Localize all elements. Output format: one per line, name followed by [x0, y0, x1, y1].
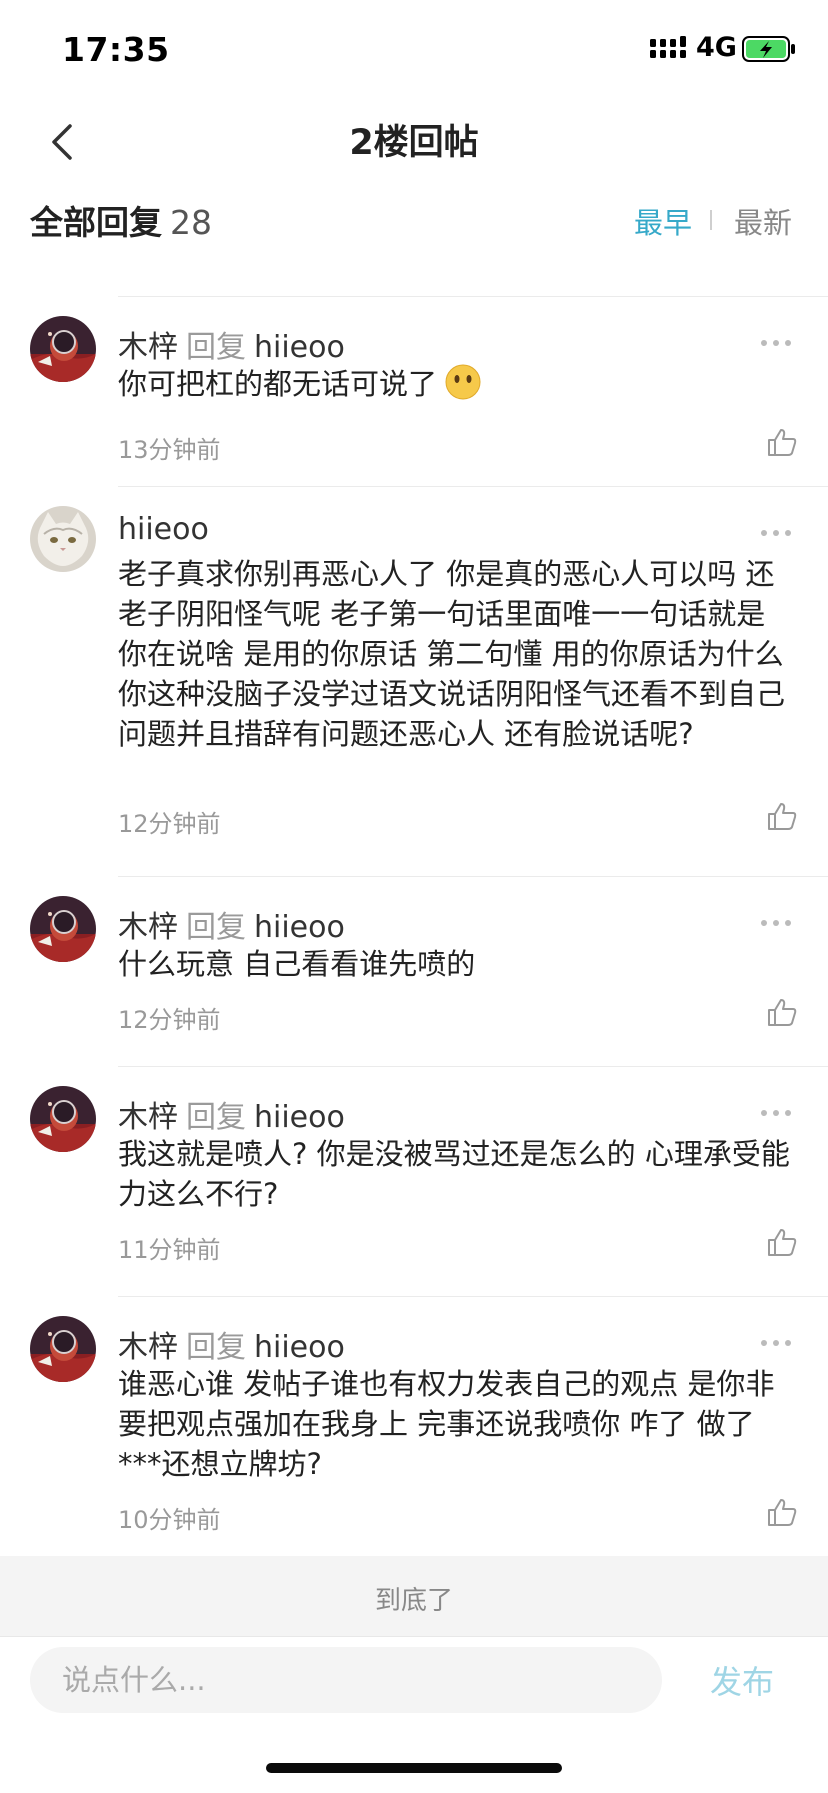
cat-avatar-icon [30, 506, 96, 572]
reply-item: 木梓 回复 hiieoo 你可把杠的都无话可说了 13分钟前 [0, 316, 828, 486]
more-icon[interactable] [760, 528, 792, 538]
divider [118, 296, 828, 297]
divider [118, 486, 828, 487]
reply-time: 12分钟前 [118, 810, 221, 838]
reply-word: 回复 [186, 330, 246, 365]
astronaut-avatar-icon [30, 1316, 96, 1382]
thumbs-up-icon[interactable] [766, 996, 798, 1028]
signal-icon [650, 36, 686, 58]
page-title: 2楼回帖 [349, 123, 479, 163]
reply-time: 11分钟前 [118, 1236, 221, 1264]
author-name[interactable]: 木梓 [118, 330, 178, 365]
reply-item: 木梓 回复 hiieoo 我这就是喷人? 你是没被骂过还是怎么的 心理承受能力这么不… [0, 1086, 828, 1296]
divider [118, 876, 828, 877]
all-replies-title: 全部回复 28 [30, 196, 212, 244]
sort-earliest-tab[interactable]: 最早 [634, 200, 692, 242]
status-time: 17:35 [62, 30, 170, 69]
reply-target[interactable]: hiieoo [254, 1100, 345, 1135]
reply-header: hiieoo [118, 512, 209, 547]
network-label: 4G [696, 32, 737, 63]
reply-count: 28 [170, 203, 212, 242]
author-name[interactable]: 木梓 [118, 1100, 178, 1135]
reply-header: 木梓 回复 hiieoo [118, 902, 345, 946]
reply-text: 老子真求你别再恶心人了 你是真的恶心人可以吗 还老子阴阳怪气呢 老子第一句话里面… [118, 557, 786, 751]
home-indicator[interactable] [266, 1763, 562, 1773]
astronaut-avatar-icon [30, 896, 96, 962]
reply-header: 木梓 回复 hiieoo [118, 1322, 345, 1366]
divider [118, 1066, 828, 1067]
thumbs-up-icon[interactable] [766, 426, 798, 458]
reply-time: 10分钟前 [118, 1506, 221, 1534]
more-icon[interactable] [760, 1108, 792, 1118]
battery-charging-icon [742, 36, 795, 62]
avatar[interactable] [30, 316, 96, 382]
end-of-list-text: 到底了 [374, 1586, 453, 1616]
reply-text: 我这就是喷人? 你是没被骂过还是怎么的 心理承受能力这么不行? [118, 1137, 790, 1211]
more-icon[interactable] [760, 338, 792, 348]
reply-target[interactable]: hiieoo [254, 1330, 345, 1365]
reply-target[interactable]: hiieoo [254, 910, 345, 945]
publish-button[interactable]: 发布 [710, 1657, 774, 1703]
reply-header: 木梓 回复 hiieoo [118, 322, 345, 366]
reply-time: 13分钟前 [118, 436, 221, 464]
avatar[interactable] [30, 896, 96, 962]
all-replies-label: 全部回复 [30, 203, 162, 242]
thumbs-up-icon[interactable] [766, 800, 798, 832]
reply-header: 木梓 回复 hiieoo [118, 1092, 345, 1136]
nav-bar: 2楼回帖 [0, 100, 828, 200]
reply-item: 木梓 回复 hiieoo 什么玩意 自己看看谁先喷的 12分钟前 [0, 896, 828, 1066]
avatar[interactable] [30, 1316, 96, 1382]
author-name[interactable]: 木梓 [118, 910, 178, 945]
author-name[interactable]: 木梓 [118, 1330, 178, 1365]
astronaut-avatar-icon [30, 316, 96, 382]
reply-word: 回复 [186, 1330, 246, 1365]
end-of-list-banner: 到底了 [0, 1556, 828, 1636]
sort-divider [710, 210, 712, 230]
more-icon[interactable] [760, 1338, 792, 1348]
no-mouth-emoji-icon [445, 364, 481, 400]
comment-input[interactable] [30, 1647, 662, 1713]
reply-time: 12分钟前 [118, 1006, 221, 1034]
more-icon[interactable] [760, 918, 792, 928]
thumbs-up-icon[interactable] [766, 1226, 798, 1258]
replies-header: 全部回复 28 最早 最新 [0, 196, 828, 252]
reply-target[interactable]: hiieoo [254, 330, 345, 365]
sort-latest-tab[interactable]: 最新 [734, 200, 792, 242]
thumbs-up-icon[interactable] [766, 1496, 798, 1528]
reply-text-content: 你可把杠的都无话可说了 [118, 367, 438, 401]
reply-text: 什么玩意 自己看看谁先喷的 [118, 947, 476, 981]
avatar[interactable] [30, 1086, 96, 1152]
divider [118, 1296, 828, 1297]
reply-item: hiieoo 老子真求你别再恶心人了 你是真的恶心人可以吗 还老子阴阳怪气呢 老… [0, 506, 828, 866]
avatar[interactable] [30, 506, 96, 572]
reply-text: 你可把杠的都无话可说了 [118, 364, 798, 404]
reply-item: 木梓 回复 hiieoo 谁恶心谁 发帖子谁也有权力发表自己的观点 是你非要把观点强… [0, 1316, 828, 1556]
reply-word: 回复 [186, 910, 246, 945]
reply-word: 回复 [186, 1100, 246, 1135]
astronaut-avatar-icon [30, 1086, 96, 1152]
status-bar: 17:35 4G [0, 0, 828, 100]
author-name[interactable]: hiieoo [118, 512, 209, 547]
reply-text: 谁恶心谁 发帖子谁也有权力发表自己的观点 是你非要把观点强加在我身上 完事还说我… [118, 1367, 775, 1481]
